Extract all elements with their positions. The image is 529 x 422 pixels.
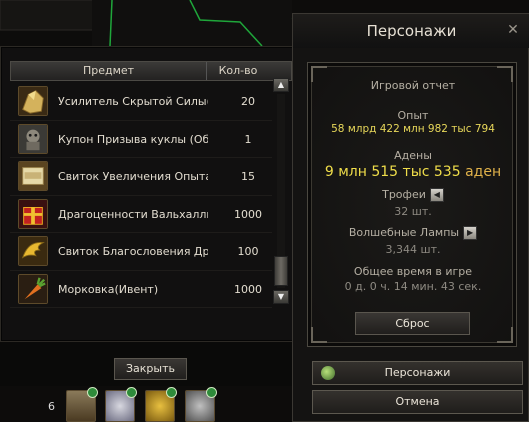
column-header-quantity[interactable]: Кол-во <box>207 62 269 80</box>
exp-value: 58 млрд 422 млн 982 тыс 794 <box>331 123 495 135</box>
item-quantity: 1000 <box>234 207 262 221</box>
hotbar: 6 <box>0 386 292 422</box>
items-list: Усилитель Скрытой Силы(Заг 20 Купон Приз… <box>10 83 272 308</box>
hotbar-page-number: 6 <box>48 400 55 413</box>
game-report-panel: Игровой отчет Опыт 58 млрд 422 млн 982 т… <box>307 62 517 347</box>
gold-ore-icon <box>18 86 48 116</box>
trophies-label: Трофеи <box>382 188 426 201</box>
playtime-label: Общее время в игре <box>353 265 473 278</box>
exp-label: Опыт <box>397 109 429 122</box>
item-quantity: 1 <box>244 132 252 146</box>
hotbar-slot-badge <box>87 387 98 398</box>
scroll-thumb[interactable] <box>274 256 288 286</box>
lamps-value: 3,344 шт. <box>385 243 441 256</box>
reset-button[interactable]: Сброс <box>355 312 470 335</box>
item-quantity: 20 <box>241 95 255 108</box>
list-item[interactable]: Усилитель Скрытой Силы(Заг 20 <box>10 83 272 121</box>
lamps-label: Волшебные Лампы <box>348 226 460 239</box>
arrow-right-icon[interactable]: ▶ <box>463 226 478 240</box>
trophies-value: 32 шт. <box>394 205 432 218</box>
item-name: Драгоценности Вальхаллы № <box>58 207 208 221</box>
items-window: Предмет Кол-во Усилитель Скрытой Силы(За… <box>0 46 301 380</box>
red-gem-box-icon <box>18 198 48 229</box>
hotbar-slot-badge <box>206 387 217 398</box>
report-title: Игровой отчет <box>370 79 456 92</box>
characters-window: Персонажи ✕ Игровой отчет Опыт 58 млрд 4… <box>292 13 529 422</box>
item-name: Усилитель Скрытой Силы(Заг <box>58 95 208 108</box>
item-name: Морковка(Ивент) <box>58 282 159 296</box>
character-icon <box>321 366 335 380</box>
golden-wing-icon <box>18 236 48 266</box>
doll-coupon-icon <box>18 123 48 154</box>
adena-value: 9 млн 515 тыс 535 <box>324 164 461 180</box>
close-icon[interactable]: ✕ <box>506 23 520 37</box>
playtime-value: 0 д. 0 ч. 14 мин. 43 сек. <box>344 280 482 293</box>
hotbar-slot-badge <box>126 387 137 398</box>
item-quantity: 100 <box>237 245 259 258</box>
close-button[interactable]: Закрыть <box>114 358 187 380</box>
hotbar-slot[interactable] <box>145 387 177 422</box>
lamps-row: Волшебные Лампы ▶ <box>308 226 518 240</box>
item-quantity: 1000 <box>234 282 262 296</box>
items-table-header: Предмет Кол-во <box>10 61 292 81</box>
carrot-icon <box>18 273 48 304</box>
list-item[interactable]: Купон Призыва куклы (Обычн 1 <box>10 121 272 158</box>
hotbar-slot[interactable] <box>185 387 217 422</box>
window-title: Персонажи <box>293 14 529 48</box>
items-scrollbar[interactable]: ▲ ▼ <box>273 78 289 304</box>
characters-button-label: Персонажи <box>384 366 451 379</box>
characters-button[interactable]: Персонажи <box>312 361 523 385</box>
hotbar-slot-badge <box>166 387 177 398</box>
adena-value-line: 9 млн 515 тыс 535 аден <box>308 164 518 180</box>
adena-label: Адены <box>394 149 432 162</box>
arrow-left-icon[interactable]: ◀ <box>429 188 444 202</box>
scroll-up-icon[interactable]: ▲ <box>273 78 289 92</box>
scroll-down-icon[interactable]: ▼ <box>273 290 289 304</box>
item-quantity: 15 <box>241 170 255 183</box>
item-name: Купон Призыва куклы (Обычн <box>58 132 208 146</box>
hotbar-slot[interactable] <box>105 387 137 422</box>
corner-ornament <box>497 327 513 343</box>
cancel-button[interactable]: Отмена <box>312 390 523 414</box>
exp-scroll-icon <box>18 161 48 191</box>
corner-ornament <box>311 327 327 343</box>
list-item[interactable]: Свиток Благословения Драко 100 <box>10 233 272 271</box>
list-item[interactable]: Драгоценности Вальхаллы № 1000 <box>10 196 272 233</box>
adena-unit: аден <box>465 164 502 180</box>
column-header-item[interactable]: Предмет <box>11 62 207 80</box>
item-name: Свиток Благословения Драко <box>58 245 208 258</box>
list-item[interactable]: Морковка(Ивент) 1000 <box>10 271 272 308</box>
hotbar-slot[interactable] <box>66 387 98 422</box>
item-name: Свиток Увеличения Опыта(За <box>58 170 208 183</box>
list-item[interactable]: Свиток Увеличения Опыта(За 15 <box>10 158 272 196</box>
trophies-row: Трофеи ◀ <box>308 188 518 202</box>
